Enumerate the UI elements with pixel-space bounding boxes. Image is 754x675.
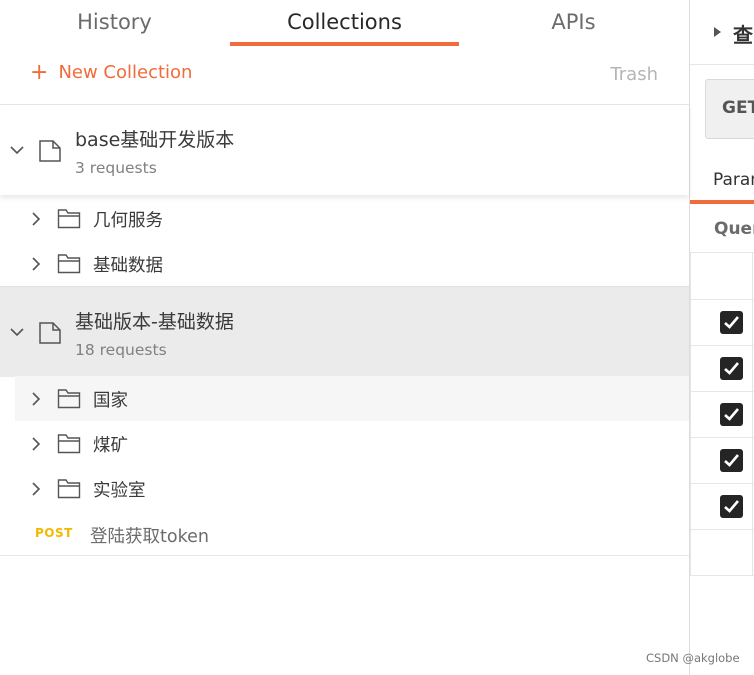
- table-row-divider: [690, 483, 754, 484]
- folder-item[interactable]: 煤矿: [0, 421, 689, 466]
- collection-icon: [39, 140, 61, 162]
- method-badge: POST: [35, 526, 73, 540]
- request-title: 查: [733, 23, 753, 47]
- chevron-right-icon[interactable]: [31, 257, 41, 271]
- new-collection-label: New Collection: [58, 62, 193, 83]
- param-checkbox[interactable]: [720, 449, 743, 472]
- collection-item[interactable]: 基础版本-基础数据 18 requests: [0, 286, 689, 377]
- folder-icon: [57, 389, 81, 409]
- request-editor-panel: 查 GET Params Query: [690, 0, 754, 675]
- check-icon: [724, 454, 739, 467]
- chevron-right-icon[interactable]: [31, 437, 41, 451]
- method-select-value: GET: [722, 98, 754, 118]
- folder-name: 煤矿: [93, 436, 128, 456]
- chevron-down-icon[interactable]: [10, 327, 24, 337]
- folder-icon: [57, 479, 81, 499]
- folder-name: 国家: [93, 391, 128, 411]
- check-icon: [724, 408, 739, 421]
- param-checkbox[interactable]: [720, 495, 743, 518]
- table-row-divider: [690, 391, 754, 392]
- collection-request-count: 3 requests: [75, 159, 157, 177]
- folder-item[interactable]: 国家: [15, 376, 689, 421]
- table-column-line: [690, 253, 691, 576]
- folder-name: 几何服务: [93, 211, 163, 231]
- folder-item[interactable]: 几何服务: [0, 196, 689, 241]
- table-row-divider: [690, 575, 754, 576]
- chevron-right-icon[interactable]: [31, 482, 41, 496]
- chevron-right-icon[interactable]: [31, 392, 41, 406]
- params-table: [690, 252, 754, 576]
- folder-name: 实验室: [93, 481, 146, 501]
- collection-actions: + New Collection Trash: [0, 46, 689, 105]
- check-icon: [724, 500, 739, 513]
- table-row-divider: [690, 299, 754, 300]
- collection-request-count: 18 requests: [75, 341, 167, 359]
- method-select[interactable]: GET: [705, 79, 754, 139]
- param-checkbox[interactable]: [720, 311, 743, 334]
- watermark: CSDN @akglobe: [646, 651, 740, 665]
- plus-icon: +: [30, 59, 49, 85]
- collections-sidebar: History Collections APIs + New Collectio…: [0, 0, 689, 675]
- tab-history-label: History: [77, 10, 152, 34]
- folder-item[interactable]: 基础数据: [0, 241, 689, 286]
- tab-collections-label: Collections: [287, 10, 402, 34]
- tab-apis[interactable]: APIs: [459, 0, 688, 46]
- collection-name: 基础版本-基础数据: [75, 311, 234, 333]
- check-icon: [724, 362, 739, 375]
- chevron-right-icon[interactable]: [31, 212, 41, 226]
- caret-right-icon[interactable]: [714, 27, 721, 37]
- tab-history[interactable]: History: [0, 0, 229, 46]
- collection-item[interactable]: base基础开发版本 3 requests: [0, 105, 689, 195]
- request-name: 登陆获取token: [90, 527, 209, 547]
- table-column-line: [752, 253, 753, 576]
- request-item[interactable]: POST 登陆获取token: [0, 511, 689, 556]
- new-collection-button[interactable]: + New Collection: [30, 59, 193, 85]
- sidebar-tabs: History Collections APIs: [0, 0, 689, 46]
- active-tab-indicator: [690, 200, 754, 204]
- collection-icon: [39, 322, 61, 344]
- tab-collections[interactable]: Collections: [230, 0, 459, 46]
- folder-icon: [57, 434, 81, 454]
- param-checkbox[interactable]: [720, 403, 743, 426]
- chevron-down-icon[interactable]: [10, 145, 24, 155]
- table-row-divider: [690, 345, 754, 346]
- table-row-divider: [690, 529, 754, 530]
- tab-apis-label: APIs: [551, 10, 596, 34]
- folder-item[interactable]: 实验室: [0, 466, 689, 511]
- tab-params[interactable]: Params: [713, 170, 754, 190]
- folder-name: 基础数据: [93, 256, 163, 276]
- request-header: 查: [690, 0, 754, 65]
- folder-icon: [57, 209, 81, 229]
- check-icon: [724, 316, 739, 329]
- table-row-divider: [690, 437, 754, 438]
- param-checkbox[interactable]: [720, 357, 743, 380]
- collection-name: base基础开发版本: [75, 129, 235, 151]
- trash-button[interactable]: Trash: [610, 64, 658, 85]
- folder-icon: [57, 254, 81, 274]
- query-params-label: Query: [714, 219, 754, 239]
